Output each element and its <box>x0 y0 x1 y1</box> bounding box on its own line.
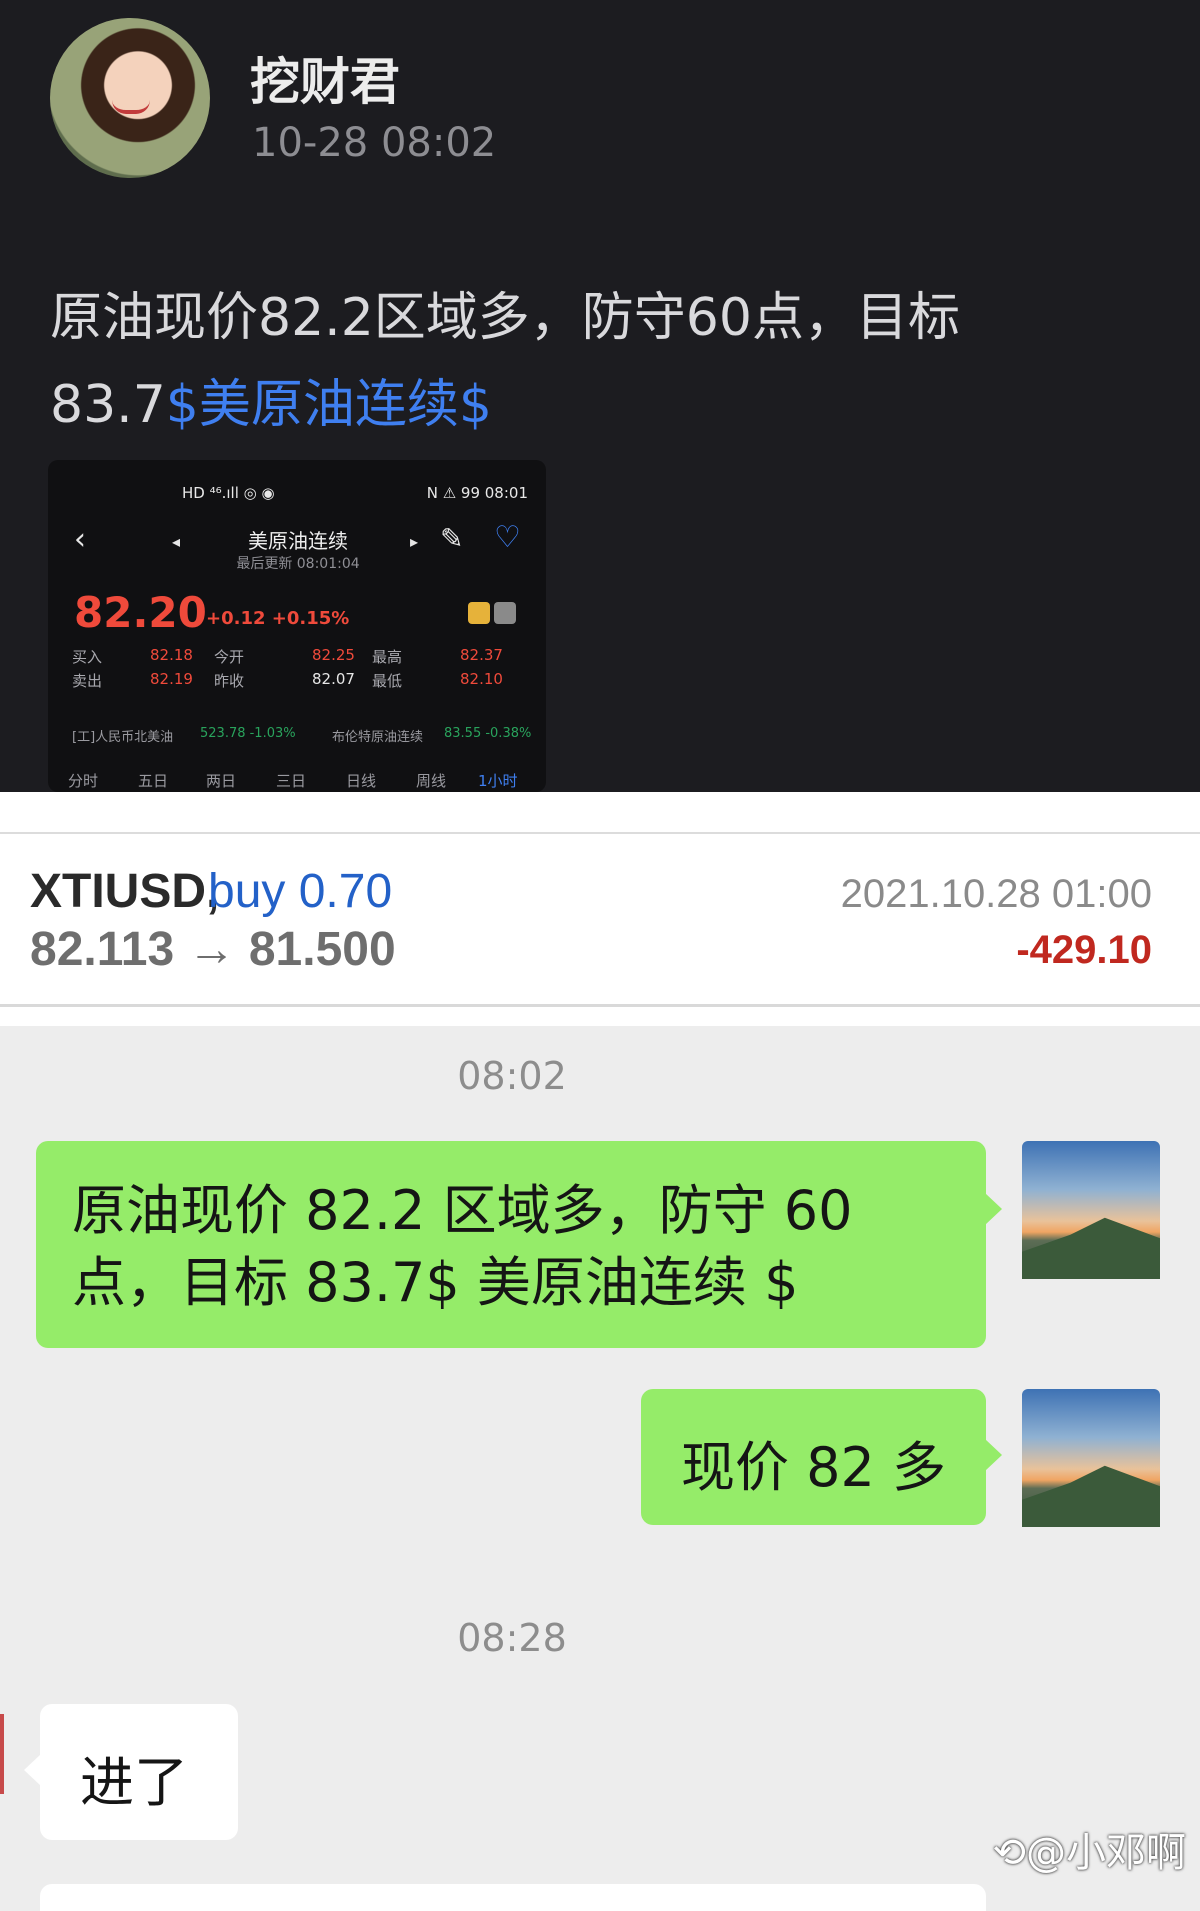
tab-period[interactable]: 周线 <box>416 770 446 791</box>
stat-value: 82.10 <box>460 670 503 688</box>
tab-period[interactable]: 两日 <box>206 770 236 791</box>
trade-record: XTIUSD, buy 0.70 82.113 → 81.500 2021.10… <box>0 792 1200 1026</box>
price-change: +0.12 +0.15% <box>206 608 350 629</box>
chat-view: 08:02 原油现价 82.2 区域多，防守 60 点，目标 83.7$ 美原油… <box>0 1026 1200 1911</box>
received-message-bubble[interactable] <box>40 1884 986 1911</box>
grid-app-icon[interactable] <box>468 602 490 624</box>
watermark: ⟲@小邓啊 <box>992 1830 1186 1876</box>
post-hashtag-link[interactable]: $美原油连续$ <box>166 375 492 435</box>
tab-period[interactable]: 分时 <box>68 770 98 791</box>
post-body: 原油现价82.2区域多，防守60点，目标83.7$美原油连续$ <box>50 275 1150 449</box>
trade-prices: 82.113 → 81.500 <box>30 923 396 976</box>
ticker-value: 523.78 -1.03% <box>200 726 296 741</box>
self-avatar[interactable] <box>1022 1389 1160 1527</box>
partial-avatar[interactable] <box>0 1714 4 1794</box>
tab-period[interactable]: 五日 <box>138 770 168 791</box>
ticker-value: 83.55 -0.38% <box>444 726 532 741</box>
author-avatar[interactable] <box>50 18 210 178</box>
tab-period[interactable]: 日线 <box>346 770 376 791</box>
trade-symbol: XTIUSD, <box>30 865 220 918</box>
last-updated: 最后更新 08:01:04 <box>236 556 360 572</box>
chart-period-tabs: 分时 五日 两日 三日 日线 周线 1小时 <box>48 768 546 792</box>
stat-label: 今开 <box>214 648 245 666</box>
sent-message-bubble[interactable]: 原油现价 82.2 区域多，防守 60 点，目标 83.7$ 美原油连续 $ <box>36 1141 1002 1348</box>
stat-value: 82.18 <box>150 646 193 664</box>
stat-label: 最高 <box>372 648 403 666</box>
trade-profit-loss: -429.10 <box>1016 928 1152 972</box>
ticker-label[interactable]: 布伦特原油连续 <box>332 726 423 745</box>
sent-message-bubble[interactable]: 现价 82 多 <box>641 1389 1002 1525</box>
status-bar-right: N ⚠ 99 08:01 <box>426 484 528 502</box>
stat-value: 82.25 <box>312 646 355 664</box>
self-avatar[interactable] <box>1022 1141 1160 1279</box>
ticker-label[interactable]: [工]人民币北美油 <box>72 726 173 745</box>
received-message-bubble[interactable]: 进了 <box>24 1704 238 1840</box>
divider <box>0 1004 1200 1007</box>
quote-tool-icons <box>468 602 520 628</box>
edit-icon[interactable]: ✎ <box>440 522 463 555</box>
stat-label: 最低 <box>372 672 403 690</box>
chat-timestamp: 08:28 <box>457 1616 567 1660</box>
stat-value: 82.19 <box>150 670 193 688</box>
back-arrow-icon[interactable]: ‹ <box>74 522 86 557</box>
prev-triangle-icon[interactable]: ◂ <box>172 532 180 551</box>
favorite-heart-icon[interactable]: ♡ <box>494 520 521 555</box>
tab-period[interactable]: 三日 <box>276 770 306 791</box>
current-price: 82.20 <box>74 588 207 637</box>
stat-value: 82.07 <box>312 670 355 688</box>
trade-datetime: 2021.10.28 01:00 <box>840 872 1152 916</box>
status-bar-left: HD ⁴⁶.ıll ◎ ◉ <box>182 484 275 502</box>
stat-value: 82.37 <box>460 646 503 664</box>
post-card: 挖财君 10-28 08:02 原油现价82.2区域多，防守60点，目标83.7… <box>0 0 1200 792</box>
settings-app-icon[interactable] <box>494 602 516 624</box>
stat-label: 卖出 <box>72 672 103 690</box>
divider <box>0 832 1200 834</box>
next-triangle-icon[interactable]: ▸ <box>410 532 418 551</box>
instrument-title: 美原油连续 <box>248 529 348 553</box>
tab-period-selected[interactable]: 1小时 <box>478 770 518 791</box>
author-name[interactable]: 挖财君 <box>250 42 400 114</box>
chat-timestamp: 08:02 <box>457 1054 567 1098</box>
embedded-quote-screenshot[interactable]: HD ⁴⁶.ıll ◎ ◉ N ⚠ 99 08:01 ‹ ◂ 美原油连续 最后更… <box>48 460 546 792</box>
stat-label: 买入 <box>72 648 103 666</box>
status-bar: HD ⁴⁶.ıll ◎ ◉ N ⚠ 99 08:01 <box>48 484 546 504</box>
stat-label: 昨收 <box>214 672 245 690</box>
trade-direction: buy 0.70 <box>208 865 393 918</box>
post-timestamp: 10-28 08:02 <box>252 120 497 166</box>
